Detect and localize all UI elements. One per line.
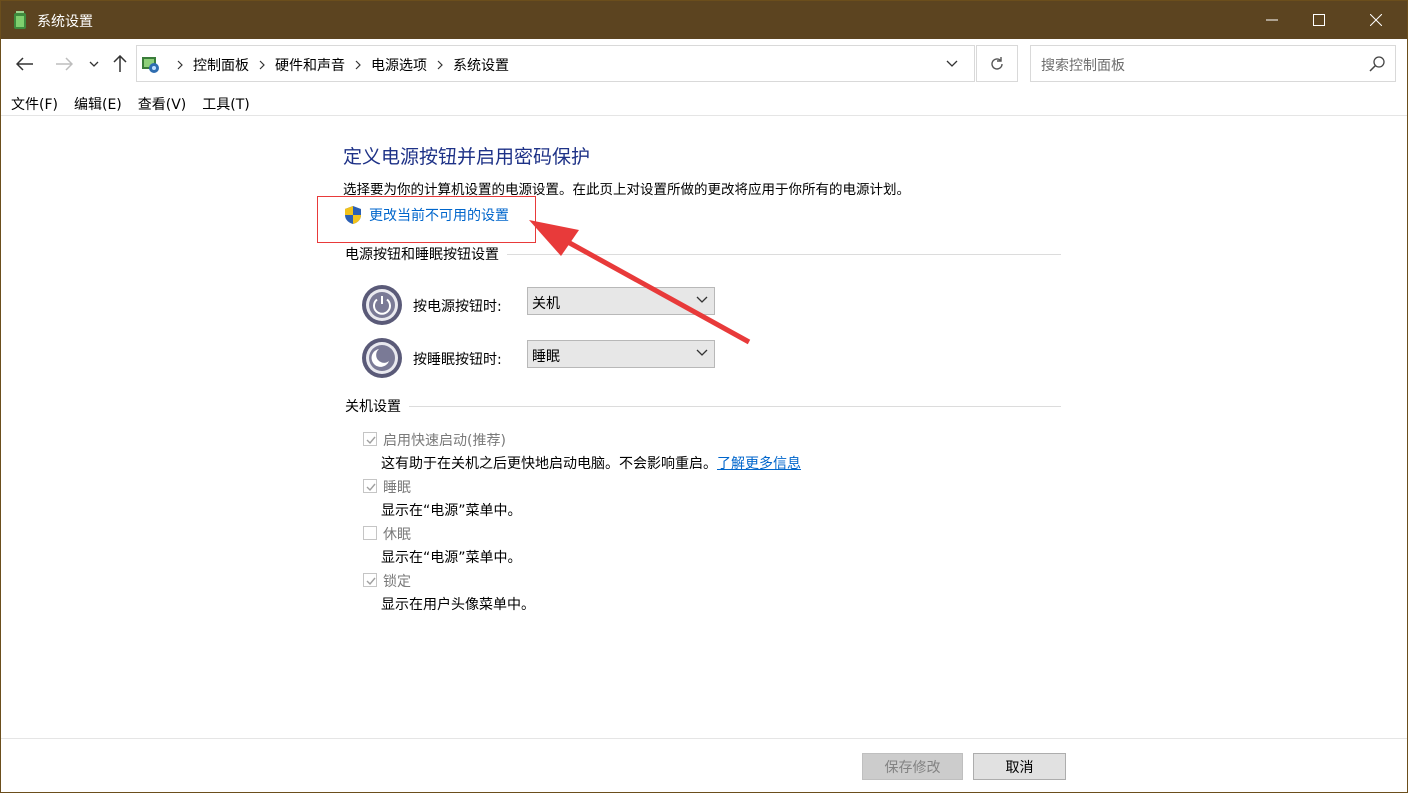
arrow-up-icon [113, 55, 127, 72]
checkmark-icon [366, 436, 376, 445]
sleep-option-label: 睡眠 [383, 480, 411, 496]
close-icon [1370, 14, 1382, 26]
control-panel-icon [142, 57, 159, 73]
sleep-button-label: 按睡眠按钮时: [413, 352, 502, 368]
menu-edit[interactable]: 编辑(E) [74, 89, 122, 115]
breadcrumb-separator [167, 57, 193, 73]
section-title: 关机设置 [345, 396, 409, 416]
shutdown-settings-section: 关机设置 [345, 396, 1061, 416]
hibernate-option-description: 显示在“电源”菜单中。 [381, 550, 522, 566]
chevron-right-icon [177, 60, 183, 70]
fast-startup-desc-text: 这有助于在关机之后更快地启动电脑。不会影响重启。 [381, 456, 717, 472]
title-bar: 系统设置 [1, 1, 1407, 39]
page-description: 选择要为你的计算机设置的电源设置。在此页上对设置所做的更改将应用于你所有的电源计… [343, 182, 910, 198]
chevron-right-icon [355, 60, 361, 70]
search-icon[interactable] [1368, 55, 1386, 73]
change-unavailable-settings-link[interactable]: 更改当前不可用的设置 [343, 205, 509, 225]
window: 系统设置 控制面板 硬件和声音 电源选项 系统设置 搜索控制面板 文件(F) 编… [0, 0, 1408, 793]
breadcrumb-separator [249, 57, 275, 73]
fast-startup-description: 这有助于在关机之后更快地启动电脑。不会影响重启。了解更多信息 [381, 453, 801, 473]
chevron-right-icon [437, 60, 443, 70]
address-bar[interactable]: 控制面板 硬件和声音 电源选项 系统设置 [136, 45, 975, 82]
hibernate-option-label: 休眠 [383, 527, 411, 543]
chevron-right-icon [259, 60, 265, 70]
power-button-label: 按电源按钮时: [413, 299, 502, 315]
checkmark-icon [366, 483, 376, 492]
search-box[interactable]: 搜索控制面板 [1030, 45, 1396, 82]
power-button-row: 按电源按钮时: 关机 [361, 284, 715, 326]
cancel-button[interactable]: 取消 [973, 753, 1066, 780]
breadcrumb-system-settings[interactable]: 系统设置 [453, 55, 509, 75]
sleep-option-description: 显示在“电源”菜单中。 [381, 503, 522, 519]
forward-button[interactable] [53, 53, 75, 75]
uac-shield-icon [345, 206, 361, 224]
refresh-icon [991, 56, 1003, 70]
sleep-icon [362, 338, 402, 378]
annotation-arrow [529, 220, 751, 345]
main-content: 定义电源按钮并启用密码保护 选择要为你的计算机设置的电源设置。在此页上对设置所做… [1, 116, 1407, 738]
breadcrumb-separator [345, 57, 371, 73]
window-title: 系统设置 [37, 14, 93, 30]
minimize-icon [1266, 19, 1278, 21]
maximize-icon [1313, 14, 1325, 26]
checkmark-icon [366, 577, 376, 586]
arrow-right-icon [56, 57, 73, 71]
learn-more-link[interactable]: 了解更多信息 [717, 456, 801, 472]
breadcrumb: 控制面板 硬件和声音 电源选项 系统设置 [167, 55, 509, 75]
divider [345, 406, 1061, 407]
power-icon [362, 285, 402, 325]
breadcrumb-hardware-sound[interactable]: 硬件和声音 [275, 55, 345, 75]
sleep-checkbox[interactable] [363, 479, 377, 493]
menu-file[interactable]: 文件(F) [11, 89, 58, 115]
fast-startup-label: 启用快速启动(推荐) [383, 433, 506, 449]
lock-option-label: 锁定 [383, 574, 411, 590]
breadcrumb-control-panel[interactable]: 控制面板 [193, 55, 249, 75]
hibernate-checkbox[interactable] [363, 526, 377, 540]
lock-option-description: 显示在用户头像菜单中。 [381, 597, 535, 613]
arrow-left-icon [16, 57, 33, 71]
close-button[interactable] [1353, 1, 1399, 39]
chevron-down-icon [89, 61, 99, 67]
maximize-button[interactable] [1296, 1, 1342, 39]
change-settings-label[interactable]: 更改当前不可用的设置 [369, 205, 509, 225]
recent-locations-button[interactable] [84, 53, 104, 75]
navigation-bar: 控制面板 硬件和声音 电源选项 系统设置 搜索控制面板 [1, 39, 1407, 89]
section-title: 电源按钮和睡眠按钮设置 [345, 244, 507, 264]
menu-view[interactable]: 查看(V) [138, 89, 187, 115]
breadcrumb-power-options[interactable]: 电源选项 [371, 55, 427, 75]
minimize-button[interactable] [1249, 1, 1295, 39]
lock-checkbox[interactable] [363, 573, 377, 587]
back-button[interactable] [14, 53, 36, 75]
page-title: 定义电源按钮并启用密码保护 [343, 146, 591, 168]
menu-tools[interactable]: 工具(T) [202, 89, 249, 115]
search-placeholder: 搜索控制面板 [1041, 58, 1125, 74]
up-button[interactable] [109, 53, 131, 75]
footer-bar: 保存修改 取消 [1, 738, 1407, 792]
save-changes-button[interactable]: 保存修改 [862, 753, 963, 780]
breadcrumb-separator [427, 57, 453, 73]
refresh-button[interactable] [976, 45, 1018, 82]
sleep-button-row: 按睡眠按钮时: 睡眠 [361, 337, 715, 379]
menu-bar: 文件(F) 编辑(E) 查看(V) 工具(T) [1, 89, 1407, 116]
fast-startup-checkbox[interactable] [363, 432, 377, 446]
chevron-down-icon[interactable] [942, 55, 962, 73]
battery-icon [14, 11, 26, 29]
